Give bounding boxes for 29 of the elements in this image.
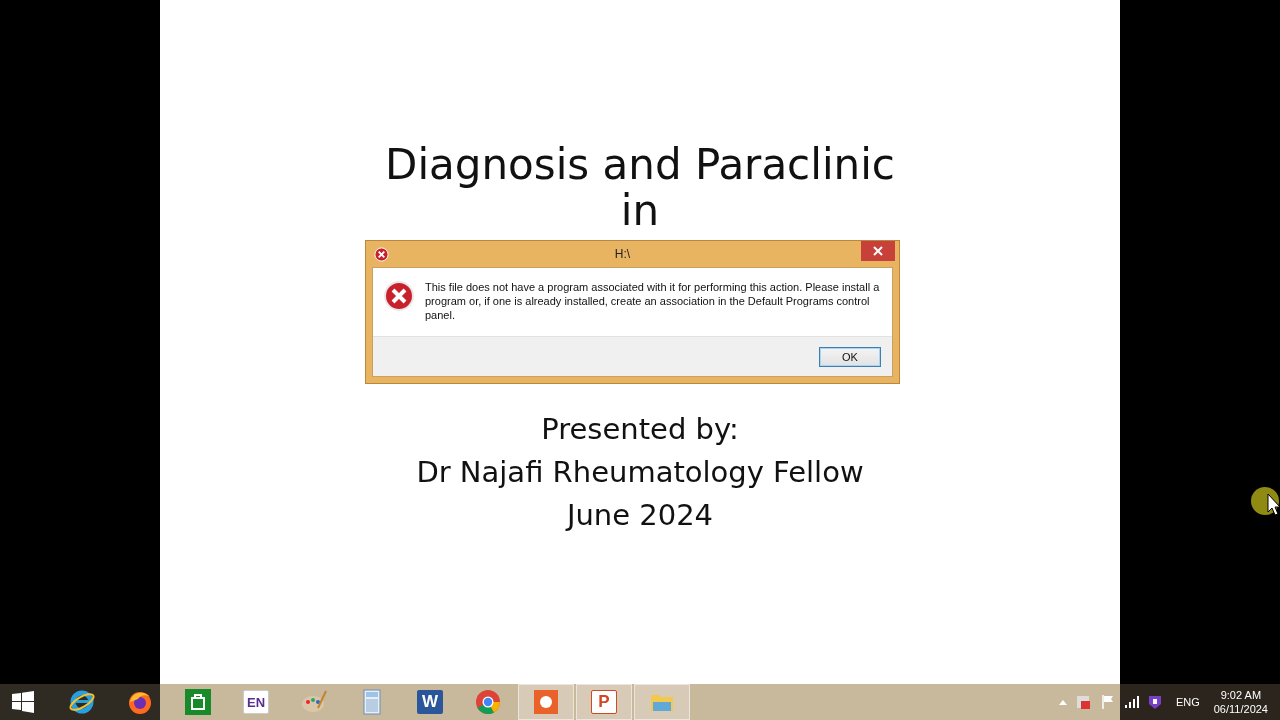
close-button[interactable] bbox=[861, 241, 895, 261]
taskbar-app-button[interactable]: EN bbox=[228, 684, 284, 720]
close-icon bbox=[873, 246, 883, 256]
slide-subtitle: June 2024 bbox=[566, 497, 714, 534]
error-icon bbox=[374, 247, 389, 262]
slide-subtitle: Dr Najafi Rheumatology Fellow bbox=[416, 454, 864, 491]
word-letter-icon: W bbox=[417, 690, 443, 714]
taskbar-app-button[interactable]: P bbox=[576, 684, 632, 720]
ok-button[interactable]: OK bbox=[819, 346, 881, 367]
windows-logo-icon bbox=[11, 690, 35, 714]
slide-title: in bbox=[620, 188, 660, 234]
caret-up-icon[interactable] bbox=[1057, 698, 1068, 706]
signal-bars-icon[interactable] bbox=[1123, 695, 1140, 709]
app-letters-icon: EN bbox=[243, 690, 269, 714]
clock[interactable]: 9:02 AM 06/11/2024 bbox=[1213, 688, 1268, 716]
record-icon bbox=[532, 688, 560, 716]
language-indicator[interactable]: ENG bbox=[1175, 696, 1200, 708]
flag-icon[interactable] bbox=[1099, 694, 1116, 710]
error-message: This file does not have a program associated with it for performing this action. Please install a program or, if one is already installed, create an association in the Default Programs control panel. bbox=[425, 280, 881, 323]
shopping-bag-icon bbox=[184, 688, 212, 716]
browser-e-icon bbox=[68, 688, 96, 716]
slides-letter-icon: P bbox=[591, 690, 617, 714]
taskbar-app-button[interactable]: W bbox=[402, 684, 458, 720]
dialog-title: H:\ bbox=[613, 247, 632, 261]
chrome-ball-icon bbox=[474, 688, 502, 716]
slide-subtitle: Presented by: bbox=[541, 411, 739, 448]
shield-icon[interactable] bbox=[1147, 694, 1162, 710]
error-icon bbox=[383, 280, 415, 312]
slide-title: Diagnosis and Paraclinic bbox=[385, 142, 895, 188]
